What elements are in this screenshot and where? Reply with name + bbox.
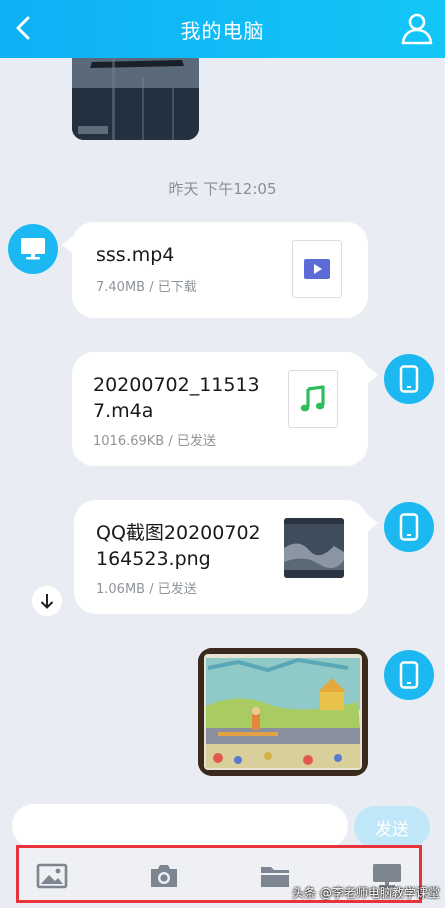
image-message-thumbnail[interactable] bbox=[72, 58, 199, 140]
file-meta: 1016.69KB / 已发送 bbox=[93, 434, 216, 449]
file-name-line-2: 7.m4a bbox=[93, 400, 154, 422]
user-icon bbox=[401, 13, 433, 45]
music-note-icon bbox=[300, 385, 325, 412]
file-meta: 7.40MB / 已下载 bbox=[96, 280, 197, 295]
screenshot-preview-image bbox=[284, 518, 344, 578]
send-image-button[interactable] bbox=[36, 862, 68, 890]
file-type-thumbnail bbox=[292, 240, 342, 298]
bubble-tail bbox=[367, 366, 378, 384]
file-name: sss.mp4 bbox=[96, 244, 175, 266]
file-message-bubble[interactable]: QQ截图20200702 164523.png 1.06MB / 已发送 bbox=[74, 500, 378, 614]
bubble-tail bbox=[367, 514, 378, 532]
arrow-down-icon bbox=[40, 594, 54, 609]
message-input[interactable] bbox=[12, 804, 348, 848]
drawing-photo-image bbox=[198, 648, 368, 776]
scroll-down-button[interactable] bbox=[32, 586, 62, 616]
camera-button[interactable] bbox=[148, 862, 180, 890]
user-profile-button[interactable] bbox=[399, 10, 435, 46]
file-name-line-1: QQ截图20200702 bbox=[96, 522, 261, 544]
send-file-button[interactable] bbox=[259, 862, 291, 890]
folder-icon bbox=[261, 867, 289, 887]
computer-avatar[interactable] bbox=[8, 224, 58, 274]
page-title: 我的电脑 bbox=[180, 18, 265, 43]
file-meta: 1.06MB / 已发送 bbox=[96, 582, 197, 597]
photo-image bbox=[72, 58, 199, 140]
file-name-line-2: 164523.png bbox=[96, 548, 211, 570]
image-icon bbox=[36, 863, 68, 889]
phone-avatar[interactable] bbox=[384, 354, 434, 404]
app-header: 我的电脑 bbox=[0, 0, 445, 58]
watermark-text: 头条 @李老师电脑教学课堂 bbox=[292, 886, 440, 900]
chevron-left-icon bbox=[16, 16, 30, 40]
timestamp: 昨天 下午12:05 bbox=[168, 180, 277, 198]
photo-message[interactable] bbox=[198, 648, 368, 776]
computer-icon bbox=[21, 238, 45, 260]
file-message-bubble[interactable]: 20200702_11513 7.m4a 1016.69KB / 已发送 bbox=[72, 352, 378, 466]
video-play-icon bbox=[304, 259, 330, 279]
send-button[interactable]: 发送 bbox=[354, 806, 430, 848]
phone-avatar[interactable] bbox=[384, 502, 434, 552]
file-name-line-1: 20200702_11513 bbox=[93, 374, 260, 396]
bubble-tail bbox=[62, 236, 73, 254]
file-message-bubble[interactable]: sss.mp4 7.40MB / 已下载 bbox=[62, 222, 368, 318]
phone-avatar[interactable] bbox=[384, 650, 434, 700]
back-button[interactable] bbox=[10, 12, 38, 44]
phone-icon bbox=[399, 661, 419, 689]
phone-icon bbox=[399, 513, 419, 541]
image-thumbnail bbox=[284, 518, 344, 578]
file-type-thumbnail bbox=[288, 370, 338, 428]
camera-icon bbox=[151, 865, 177, 887]
phone-icon bbox=[399, 365, 419, 393]
